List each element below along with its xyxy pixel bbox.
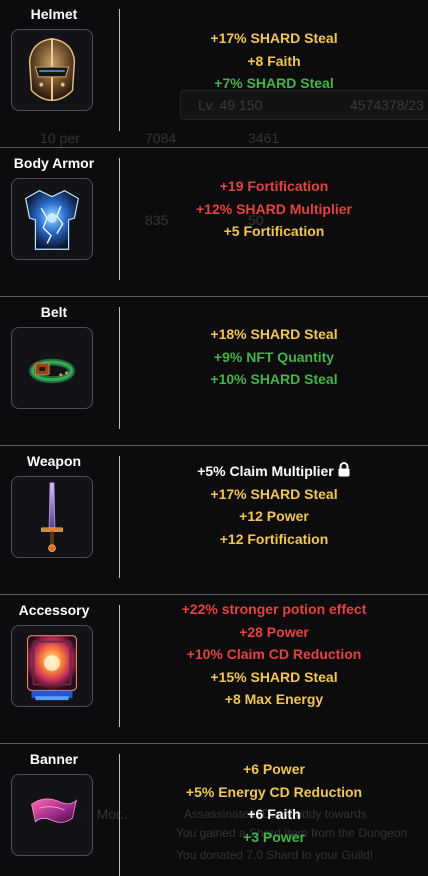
stat-line: +7% SHARD Steal <box>214 75 334 91</box>
stat-line: +19 Fortification <box>219 178 329 194</box>
stat-line: +15% SHARD Steal <box>210 668 338 685</box>
body-armor-slot-button[interactable] <box>11 178 93 260</box>
banner-icon <box>31 798 78 823</box>
belt-icon <box>29 358 75 384</box>
equipment-slot-belt: Belt +18% SHARD Steal +9% NFT Quantity +… <box>0 298 428 446</box>
stat-line: +5% Energy CD Reduction <box>185 783 363 800</box>
stat-line: +28 Power <box>239 623 309 640</box>
stat-line: +10% Claim CD Reduction <box>186 646 362 662</box>
lock-icon <box>338 462 350 477</box>
equipment-slot-banner: Banner +6 Power +5% Energy CD Reduction … <box>0 745 428 876</box>
belt-slot-button[interactable] <box>11 327 93 409</box>
slot-title: Helmet <box>30 6 78 22</box>
equipment-slot-body-armor: Body Armor +19 Fortification +12% SHARD … <box>0 149 428 297</box>
banner-slot-button[interactable] <box>11 774 93 856</box>
slot-title: Belt <box>40 304 68 320</box>
stat-line-text: +5% Claim Multiplier <box>197 463 334 479</box>
stat-line: +6 Power <box>243 761 305 777</box>
stat-list: +5% Claim Multiplier +17% SHARD Steal +1… <box>120 460 428 550</box>
stat-line: +12 Fortification <box>219 530 329 547</box>
stat-line: +5 Fortification <box>223 223 325 239</box>
sword-icon <box>40 482 64 553</box>
stat-line: +12% SHARD Multiplier <box>196 200 352 217</box>
stat-list: +6 Power +5% Energy CD Reduction +6 Fait… <box>120 758 428 848</box>
stat-line: +22% stronger potion effect <box>181 601 367 617</box>
slot-title: Accessory <box>18 602 90 618</box>
stat-line: +3 Power <box>243 828 305 845</box>
body-armor-icon <box>25 190 79 250</box>
stat-list: +19 Fortification +12% SHARD Multiplier … <box>120 175 428 243</box>
stat-line: +8 Max Energy <box>224 691 324 707</box>
slot-title: Banner <box>29 751 79 767</box>
stat-line: +17% SHARD Steal <box>210 485 338 502</box>
weapon-slot-button[interactable] <box>11 476 93 558</box>
accessory-slot-button[interactable] <box>11 625 93 707</box>
stat-list: +18% SHARD Steal +9% NFT Quantity +10% S… <box>120 323 428 391</box>
equipment-slot-weapon: Weapon +5% Claim Multiplier +17% SHARD S… <box>0 447 428 595</box>
equipment-slot-accessory: Accessory +22% stronger potion effect +2… <box>0 596 428 744</box>
stat-line: +10% SHARD Steal <box>210 371 338 387</box>
helmet-icon <box>28 38 76 101</box>
stat-line: +18% SHARD Steal <box>210 326 338 342</box>
stat-list: +17% SHARD Steal +8 Faith +7% SHARD Stea… <box>120 27 428 95</box>
stat-line: +9% NFT Quantity <box>213 348 335 365</box>
stat-line: +6 Faith <box>247 806 301 822</box>
helmet-slot-button[interactable] <box>11 29 93 111</box>
slot-title: Body Armor <box>13 155 95 171</box>
stat-line: +12 Power <box>239 508 309 524</box>
equipment-slot-helmet: Helmet +17% SHARD Steal +8 Faith +7% SHA… <box>0 0 428 148</box>
slot-title: Weapon <box>26 453 82 469</box>
stat-list: +22% stronger potion effect +28 Power +1… <box>120 598 428 711</box>
stat-line-locked: +5% Claim Multiplier <box>120 460 428 483</box>
stat-line: +8 Faith <box>247 52 301 69</box>
accessory-icon <box>27 635 77 701</box>
stat-line: +17% SHARD Steal <box>210 30 338 46</box>
